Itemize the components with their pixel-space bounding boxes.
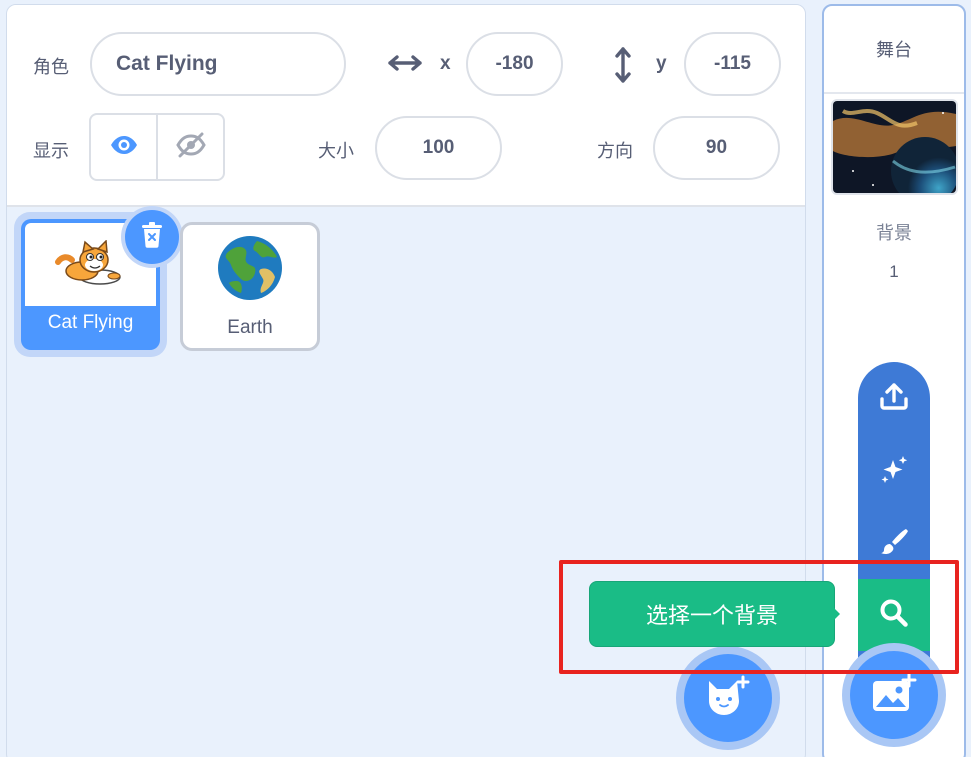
backdrops-label: 背景 — [876, 223, 912, 244]
choose-backdrop-tooltip: 选择一个背景 — [589, 581, 835, 647]
size-input[interactable]: 100 — [375, 116, 502, 180]
backdrops-count: 1 — [889, 262, 899, 281]
choose-sprite-button[interactable] — [684, 654, 772, 742]
y-arrows-icon — [611, 45, 635, 85]
sprite-tile-label: Earth — [227, 317, 273, 338]
show-button[interactable] — [91, 115, 156, 179]
x-arrows-icon — [387, 51, 423, 75]
size-label: 大小 — [318, 141, 354, 162]
sprite-info-area: 角色 Cat Flying x -180 y -115 显示 大小 100 方向… — [7, 5, 805, 207]
sprite-tile-label: Cat Flying — [47, 312, 134, 333]
hide-button[interactable] — [156, 115, 223, 179]
choose-backdrop-button[interactable] — [850, 651, 938, 739]
delete-sprite-button[interactable] — [121, 206, 183, 268]
tooltip-arrow — [830, 604, 840, 624]
eye-slash-icon — [175, 132, 206, 162]
visibility-toggle — [89, 113, 225, 181]
x-label: x — [440, 53, 451, 74]
backdrop-thumbnail[interactable] — [831, 99, 958, 195]
upload-icon — [879, 383, 909, 415]
paint-backdrop-button[interactable] — [858, 507, 930, 579]
sprite-name-label: 角色 — [33, 57, 69, 78]
paint-icon — [879, 526, 909, 560]
y-input[interactable]: -115 — [684, 32, 781, 96]
stage-title: 舞台 — [876, 40, 912, 61]
trash-icon — [141, 222, 163, 252]
sprite-name-input[interactable]: Cat Flying — [90, 32, 346, 96]
y-label: y — [656, 53, 667, 74]
earth-thumbnail — [217, 235, 283, 305]
sprite-tile-earth[interactable]: Earth — [180, 222, 320, 351]
image-add-icon — [871, 672, 917, 717]
stage-divider — [824, 92, 964, 94]
surprise-icon — [879, 454, 909, 488]
eye-icon — [110, 135, 138, 159]
surprise-backdrop-button[interactable] — [858, 435, 930, 507]
direction-input[interactable]: 90 — [653, 116, 780, 180]
x-input[interactable]: -180 — [466, 32, 563, 96]
upload-backdrop-button[interactable] — [858, 363, 930, 435]
show-label: 显示 — [33, 141, 69, 162]
cat-add-icon — [705, 675, 751, 721]
search-icon — [879, 598, 909, 632]
direction-label: 方向 — [597, 141, 633, 162]
choose-backdrop-search-button[interactable] — [858, 579, 930, 651]
